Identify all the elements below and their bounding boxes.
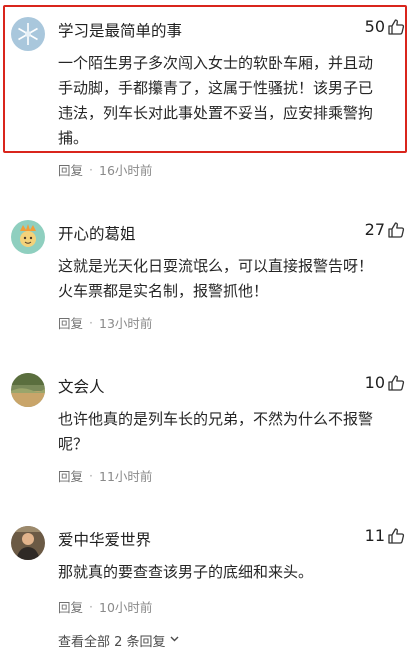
comment-line: 火车票都是实名制，报警抓他！ xyxy=(58,282,269,300)
comment-text: 这就是光天化日耍流氓么，可以直接报警告呀！ 火车票都是实名制，报警抓他！ xyxy=(58,254,398,304)
reply-button[interactable]: 回复 xyxy=(58,313,83,332)
user-name[interactable]: 文会人 xyxy=(58,375,105,397)
separator-dot: · xyxy=(89,162,93,177)
comment-line: 违法，列车长对此事处置不妥当，应安排乘警拘 xyxy=(58,104,374,122)
view-all-label: 查看全部 2 条回复 xyxy=(58,635,166,650)
thumbs-up-icon xyxy=(387,374,405,392)
thumbs-up-icon xyxy=(387,221,405,239)
separator-dot: · xyxy=(89,468,93,483)
comment-meta: 回复 · 16小时前 xyxy=(58,160,152,179)
comment-line: 那就真的要查查该男子的底细和来头。 xyxy=(58,563,314,581)
comment-text: 一个陌生男子多次闯入女士的软卧车厢，并且动 手动脚，手都攥青了，这属于性骚扰！该… xyxy=(58,51,398,151)
reply-button[interactable]: 回复 xyxy=(58,597,83,616)
comment-meta: 回复 · 11小时前 xyxy=(58,466,152,485)
avatar[interactable] xyxy=(11,220,45,254)
comment-line: 也许他真的是列车长的兄弟，不然为什么不报警 xyxy=(58,410,374,428)
reply-button[interactable]: 回复 xyxy=(58,160,83,179)
thumbs-up-icon xyxy=(387,18,405,36)
thumbs-up-icon xyxy=(387,527,405,545)
user-name[interactable]: 开心的葛姐 xyxy=(58,222,136,244)
avatar[interactable] xyxy=(11,373,45,407)
reply-button[interactable]: 回复 xyxy=(58,466,83,485)
avatar[interactable] xyxy=(11,17,45,51)
separator-dot: · xyxy=(89,599,93,614)
chevron-down-icon xyxy=(169,633,180,648)
like-count: 50 xyxy=(364,17,385,36)
timestamp: 16小时前 xyxy=(99,163,153,178)
like-button[interactable]: 27 xyxy=(365,220,405,239)
user-name[interactable]: 爱中华爱世界 xyxy=(58,528,151,550)
comment-line: 这就是光天化日耍流氓么，可以直接报警告呀！ xyxy=(58,257,374,275)
comment-line: 一个陌生男子多次闯入女士的软卧车厢，并且动 xyxy=(58,54,374,72)
separator-dot: · xyxy=(89,315,93,330)
timestamp: 13小时前 xyxy=(99,316,153,331)
comment-list: 学习是最简单的事 50 一个陌生男子多次闯入女士的软卧车厢，并且动 手动脚，手都… xyxy=(0,0,415,657)
comment-meta: 回复 · 13小时前 xyxy=(58,313,152,332)
like-button[interactable]: 50 xyxy=(365,17,405,36)
like-count: 11 xyxy=(364,526,385,545)
comment-text: 那就真的要查查该男子的底细和来头。 xyxy=(58,560,398,585)
comment-line: 手动脚，手都攥青了，这属于性骚扰！该男子已 xyxy=(58,79,374,97)
timestamp: 10小时前 xyxy=(99,600,153,615)
like-button[interactable]: 11 xyxy=(365,526,405,545)
like-count: 10 xyxy=(364,373,385,392)
user-name[interactable]: 学习是最简单的事 xyxy=(58,19,182,41)
view-all-replies-link[interactable]: 查看全部 2 条回复 xyxy=(58,631,180,650)
comment-meta: 回复 · 10小时前 xyxy=(58,597,152,616)
timestamp: 11小时前 xyxy=(99,469,153,484)
like-button[interactable]: 10 xyxy=(365,373,405,392)
comment-text: 也许他真的是列车长的兄弟，不然为什么不报警 呢？ xyxy=(58,407,398,457)
like-count: 27 xyxy=(364,220,385,239)
comment-line: 捕。 xyxy=(58,129,89,147)
comment-line: 呢？ xyxy=(58,435,89,453)
avatar[interactable] xyxy=(11,526,45,560)
